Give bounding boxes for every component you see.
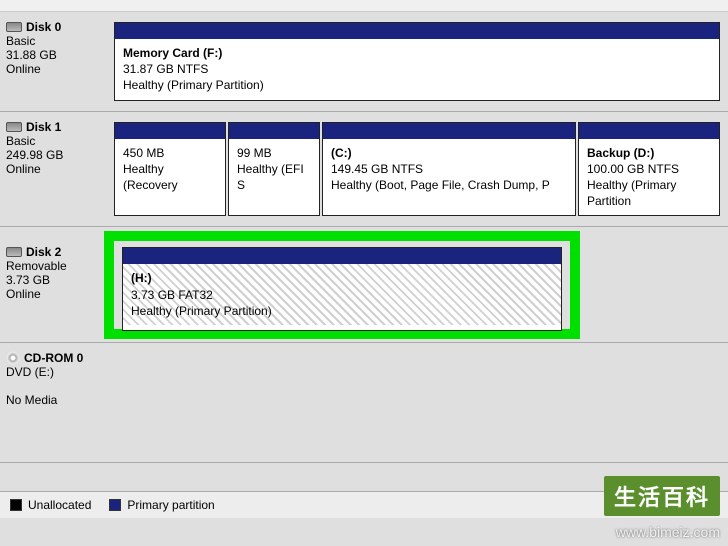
legend-unallocated: Unallocated [10, 498, 91, 512]
p3-health: Healthy (Primary Partition [587, 177, 711, 209]
partition-efi[interactable]: 99 MB Healthy (EFI S [228, 122, 320, 217]
disk-row-2[interactable]: Disk 2 Removable 3.73 GB Online (H:) 3.7… [0, 227, 728, 343]
disk0-name: Disk 0 [26, 20, 61, 34]
disk-row-cdrom[interactable]: CD-ROM 0 DVD (E:) No Media [0, 343, 728, 463]
cdrom-name: CD-ROM 0 [24, 351, 83, 365]
disk1-size: 249.98 GB [6, 148, 104, 162]
swatch-unallocated-icon [10, 499, 22, 511]
partition-header [229, 123, 319, 139]
partition-d[interactable]: Backup (D:) 100.00 GB NTFS Healthy (Prim… [578, 122, 720, 217]
p3-fs: 100.00 GB NTFS [587, 161, 711, 177]
disk0-partitions: Memory Card (F:) 31.87 GB NTFS Healthy (… [110, 12, 728, 111]
part-h-fs: 3.73 GB FAT32 [131, 287, 553, 303]
p1-fs: 99 MB [237, 145, 311, 161]
p1-health: Healthy (EFI S [237, 161, 311, 193]
part-h-label: (H:) [131, 270, 553, 286]
swatch-primary-icon [109, 499, 121, 511]
partition-header [123, 248, 561, 264]
p0-health: Healthy (Recovery [123, 161, 217, 193]
disk1-partitions: 450 MB Healthy (Recovery 99 MB Healthy (… [110, 112, 728, 227]
partition-h[interactable]: (H:) 3.73 GB FAT32 Healthy (Primary Part… [122, 247, 562, 331]
p0-fs: 450 MB [123, 145, 217, 161]
cd-icon [6, 351, 20, 365]
cdrom-status: No Media [6, 393, 104, 407]
p2-fs: 149.45 GB NTFS [331, 161, 567, 177]
disk0-size: 31.88 GB [6, 48, 104, 62]
p3-label: Backup (D:) [587, 145, 711, 161]
partition-c[interactable]: (C:) 149.45 GB NTFS Healthy (Boot, Page … [322, 122, 576, 217]
p2-health: Healthy (Boot, Page File, Crash Dump, P [331, 177, 567, 193]
legend-unallocated-label: Unallocated [28, 498, 91, 512]
disk-row-0[interactable]: Disk 0 Basic 31.88 GB Online Memory Card… [0, 12, 728, 112]
disk1-status: Online [6, 162, 104, 176]
disk2-type: Removable [6, 259, 104, 273]
watermark-url: www.bimeiz.com [616, 524, 720, 540]
disk1-info: Disk 1 Basic 249.98 GB Online [0, 112, 110, 227]
disk1-name: Disk 1 [26, 120, 61, 134]
partition-header [115, 123, 225, 139]
disk2-highlight-box: (H:) 3.73 GB FAT32 Healthy (Primary Part… [104, 231, 580, 339]
partition-header [323, 123, 575, 139]
partition-header [115, 23, 719, 39]
partition-header [579, 123, 719, 139]
disk2-name: Disk 2 [26, 245, 61, 259]
legend-primary-label: Primary partition [127, 498, 214, 512]
watermark-badge: 生活百科 [604, 476, 720, 516]
cdrom-type: DVD (E:) [6, 365, 104, 379]
disk0-type: Basic [6, 34, 104, 48]
disk2-status: Online [6, 287, 104, 301]
toolbar-spacer [0, 0, 728, 12]
cdrom-partitions [110, 343, 728, 462]
disk-row-1[interactable]: Disk 1 Basic 249.98 GB Online 450 MB Hea… [0, 112, 728, 228]
disk2-info: Disk 2 Removable 3.73 GB Online [0, 227, 110, 342]
partition-f[interactable]: Memory Card (F:) 31.87 GB NTFS Healthy (… [114, 22, 720, 101]
part-h-health: Healthy (Primary Partition) [131, 303, 553, 319]
partition-recovery[interactable]: 450 MB Healthy (Recovery [114, 122, 226, 217]
disk1-type: Basic [6, 134, 104, 148]
disk-icon [6, 22, 22, 32]
part-f-fs: 31.87 GB NTFS [123, 61, 711, 77]
legend-primary: Primary partition [109, 498, 214, 512]
disk0-status: Online [6, 62, 104, 76]
disk-icon [6, 122, 22, 132]
disk2-size: 3.73 GB [6, 273, 104, 287]
disk-icon [6, 247, 22, 257]
part-f-health: Healthy (Primary Partition) [123, 77, 711, 93]
p2-label: (C:) [331, 145, 567, 161]
disk0-info: Disk 0 Basic 31.88 GB Online [0, 12, 110, 111]
cdrom-info: CD-ROM 0 DVD (E:) No Media [0, 343, 110, 462]
part-f-label: Memory Card (F:) [123, 45, 711, 61]
